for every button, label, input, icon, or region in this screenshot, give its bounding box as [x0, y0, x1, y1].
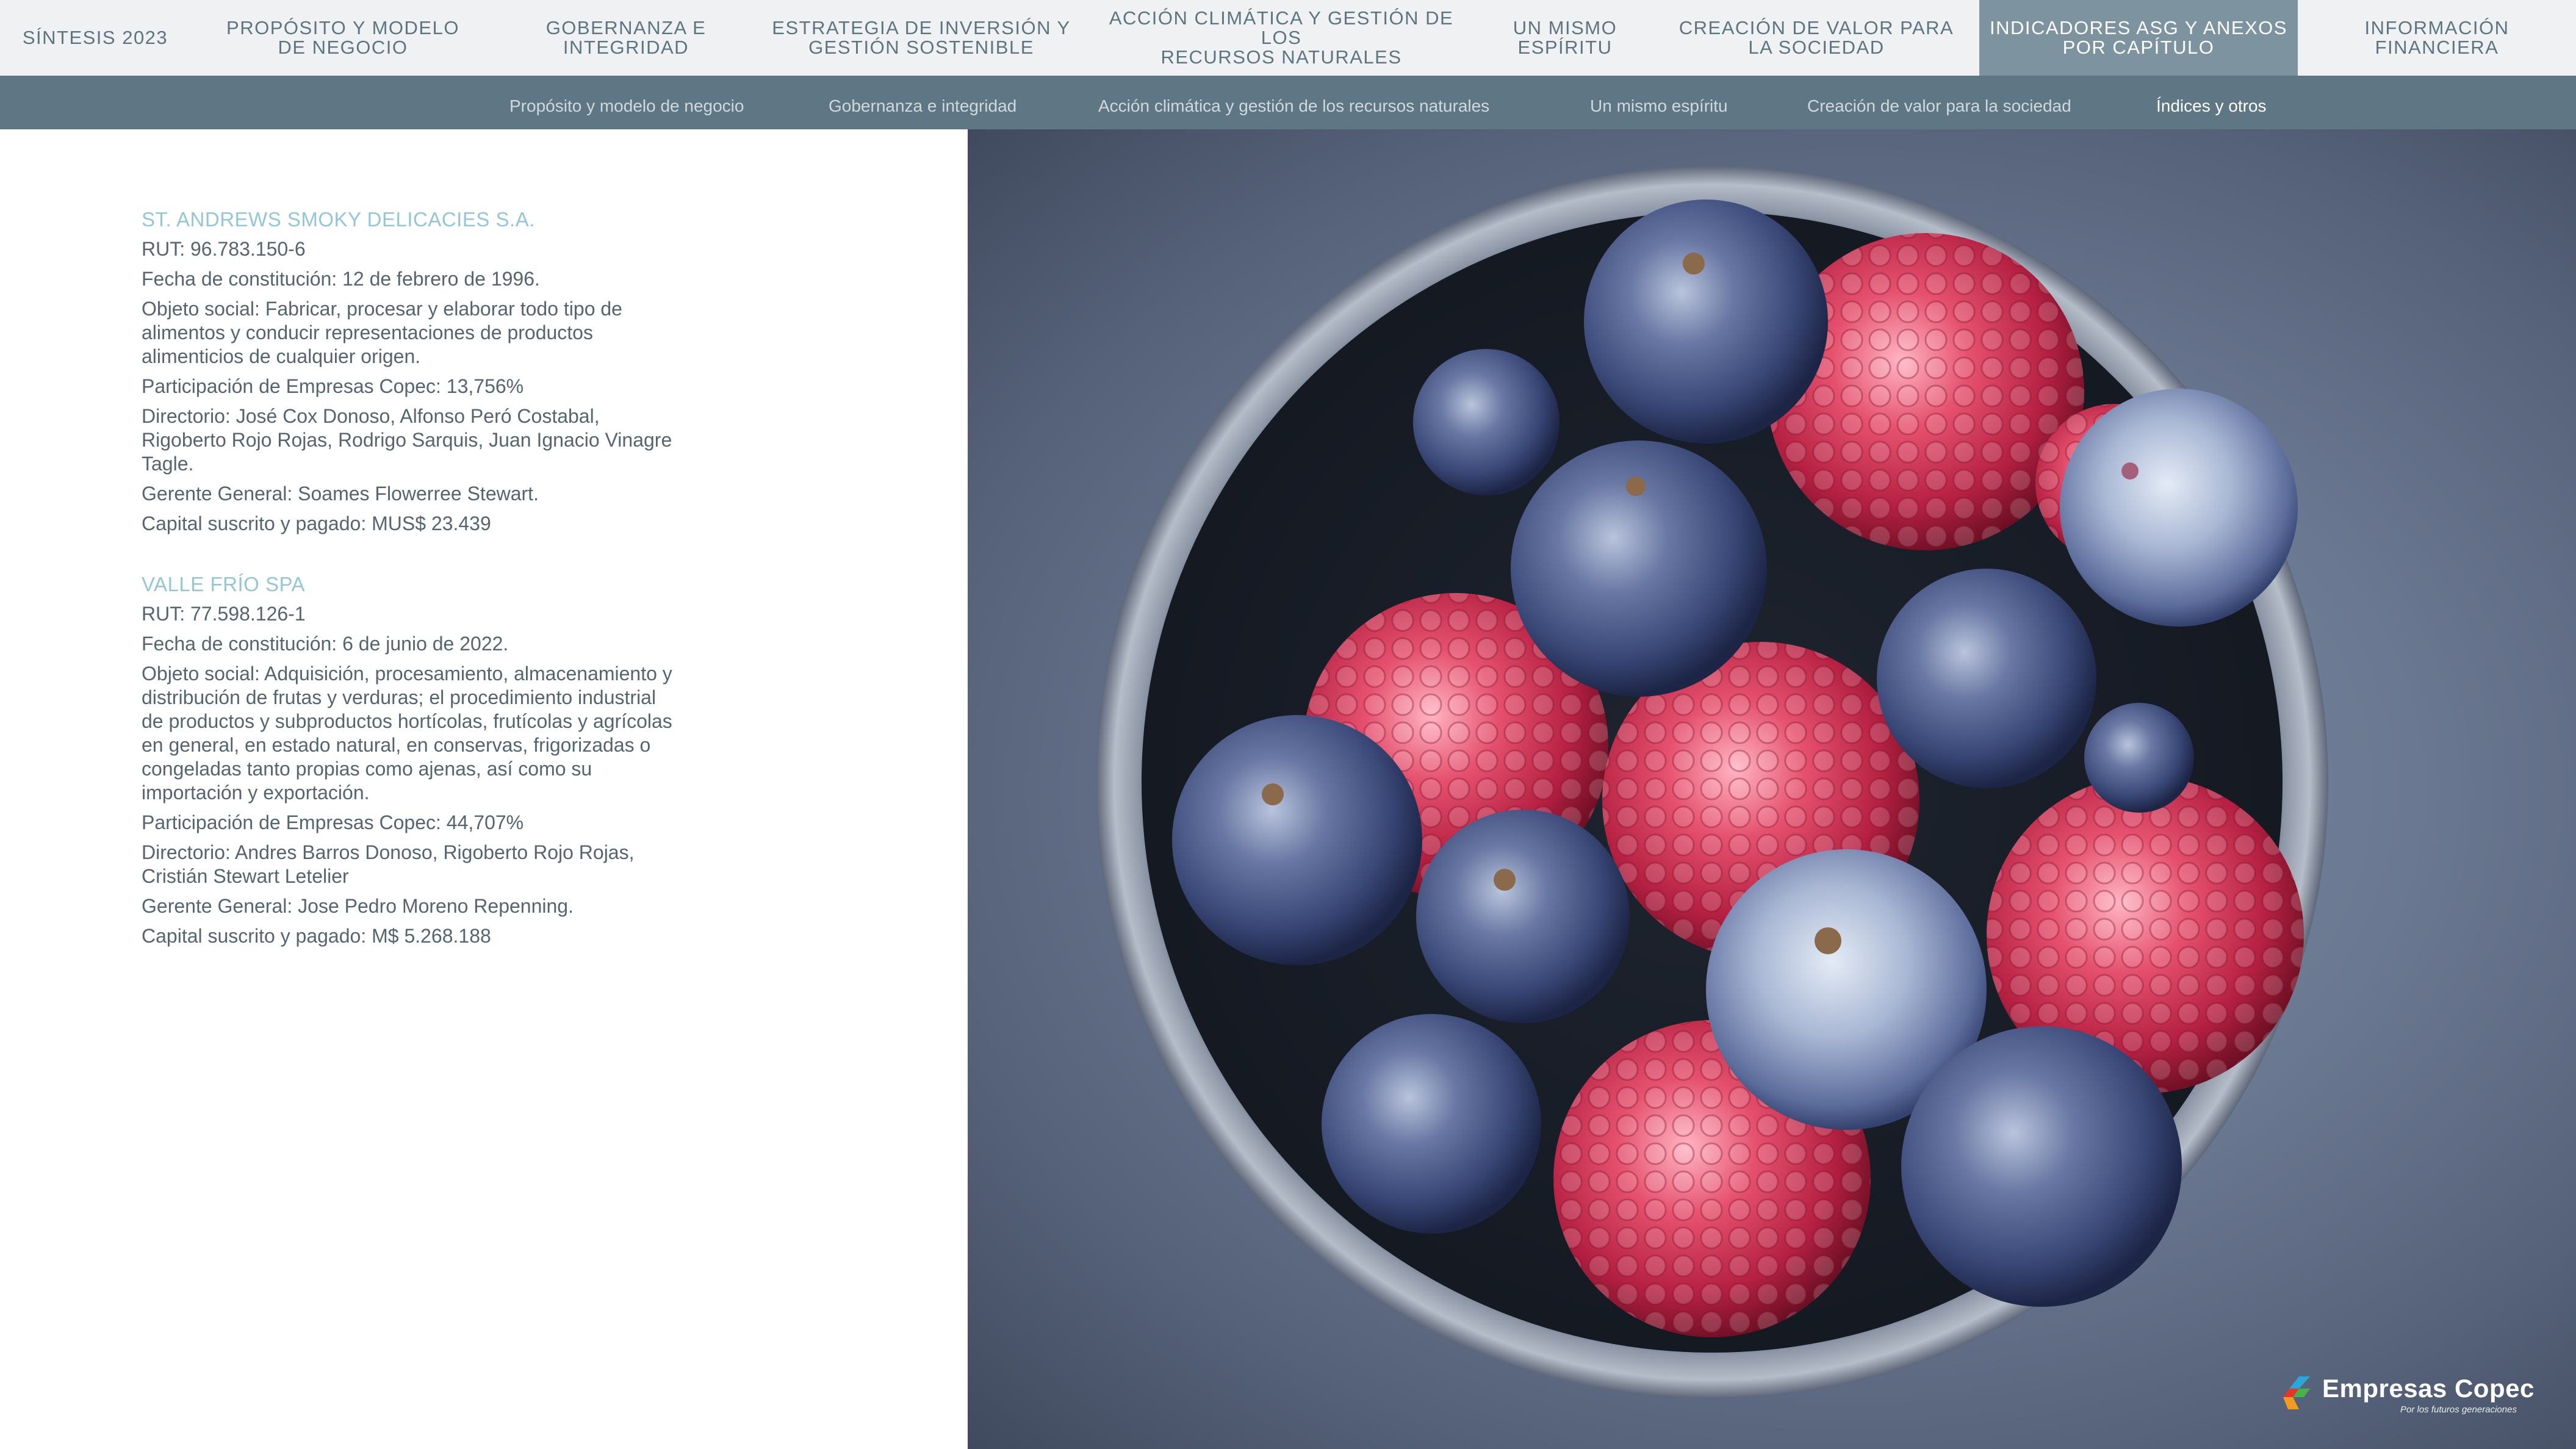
company-capital: Capital suscrito y pagado: M$ 5.268.188 [142, 925, 491, 947]
company-objeto-social: Objeto social: Fabricar, procesar y elab… [142, 298, 622, 367]
company-block: ST. ANDREWS SMOKY DELICACIES S.A. RUT: 9… [142, 207, 678, 536]
nav-gobernanza-integridad[interactable]: GOBERNANZA E INTEGRIDAD [495, 0, 757, 76]
company-details: ST. ANDREWS SMOKY DELICACIES S.A. RUT: 9… [142, 207, 678, 985]
nav-estrategia-inversion[interactable]: ESTRATEGIA DE INVERSIÓN Y GESTIÓN SOSTEN… [757, 0, 1086, 76]
berries-illustration [1096, 166, 2328, 1398]
empresas-copec-logo: Empresas Copec Por los futuros generacio… [2281, 1374, 2534, 1417]
subnav-un-mismo-espiritu[interactable]: Un mismo espíritu [1590, 76, 1728, 129]
company-capital: Capital suscrito y pagado: MUS$ 23.439 [142, 512, 491, 534]
company-name: ST. ANDREWS SMOKY DELICACIES S.A. [142, 208, 535, 231]
company-gerente-general: Gerente General: Jose Pedro Moreno Repen… [142, 895, 574, 917]
nav-proposito-modelo-negocio[interactable]: PROPÓSITO Y MODELO DE NEGOCIO [190, 0, 495, 76]
top-navigation: SÍNTESIS 2023 PROPÓSITO Y MODELO DE NEGO… [0, 0, 2576, 76]
company-block: VALLE FRÍO SPA RUT: 77.598.126-1 Fecha d… [142, 572, 678, 948]
sub-navigation: Propósito y modelo de negocio Gobernanza… [0, 76, 2576, 129]
subnav-creacion-valor[interactable]: Creación de valor para la sociedad [1807, 76, 2071, 129]
subnav-indices-otros[interactable]: Índices y otros [2156, 76, 2267, 129]
logo-tagline: Por los futuros generaciones [2400, 1404, 2517, 1415]
company-directorio: Directorio: Andres Barros Donoso, Rigobe… [142, 841, 635, 887]
company-directorio: Directorio: José Cox Donoso, Alfonso Per… [142, 405, 672, 475]
nav-creacion-valor[interactable]: CREACIÓN DE VALOR PARA LA SOCIEDAD [1653, 0, 1979, 76]
company-fecha-constitucion: Fecha de constitución: 12 de febrero de … [142, 268, 540, 290]
nav-informacion-financiera[interactable]: INFORMACIÓN FINANCIERA [2298, 0, 2576, 76]
company-rut: RUT: 96.783.150-6 [142, 238, 306, 260]
subnav-accion-climatica[interactable]: Acción climática y gestión de los recurs… [1098, 76, 1489, 129]
company-name: VALLE FRÍO SPA [142, 573, 306, 595]
subnav-gobernanza[interactable]: Gobernanza e integridad [829, 76, 1016, 129]
logo-brand-text: Empresas Copec [2322, 1374, 2535, 1403]
company-rut: RUT: 77.598.126-1 [142, 603, 306, 625]
berries-bowl-photo: Empresas Copec Por los futuros generacio… [968, 129, 2576, 1449]
subnav-proposito[interactable]: Propósito y modelo de negocio [509, 76, 744, 129]
nav-indicadores-asg[interactable]: INDICADORES ASG Y ANEXOS POR CAPÍTULO [1979, 0, 2298, 76]
company-fecha-constitucion: Fecha de constitución: 6 de junio de 202… [142, 633, 509, 655]
nav-sintesis-2023[interactable]: SÍNTESIS 2023 [0, 0, 190, 76]
nav-un-mismo-espiritu[interactable]: UN MISMO ESPÍRITU [1477, 0, 1653, 76]
company-gerente-general: Gerente General: Soames Flowerree Stewar… [142, 483, 539, 505]
company-participacion: Participación de Empresas Copec: 44,707% [142, 811, 524, 833]
company-objeto-social: Objeto social: Adquisición, procesamient… [142, 663, 672, 804]
copec-logo-icon [2283, 1376, 2310, 1409]
nav-accion-climatica[interactable]: ACCIÓN CLIMÁTICA Y GESTIÓN DE LOS RECURS… [1086, 0, 1477, 76]
company-participacion: Participación de Empresas Copec: 13,756% [142, 375, 524, 397]
